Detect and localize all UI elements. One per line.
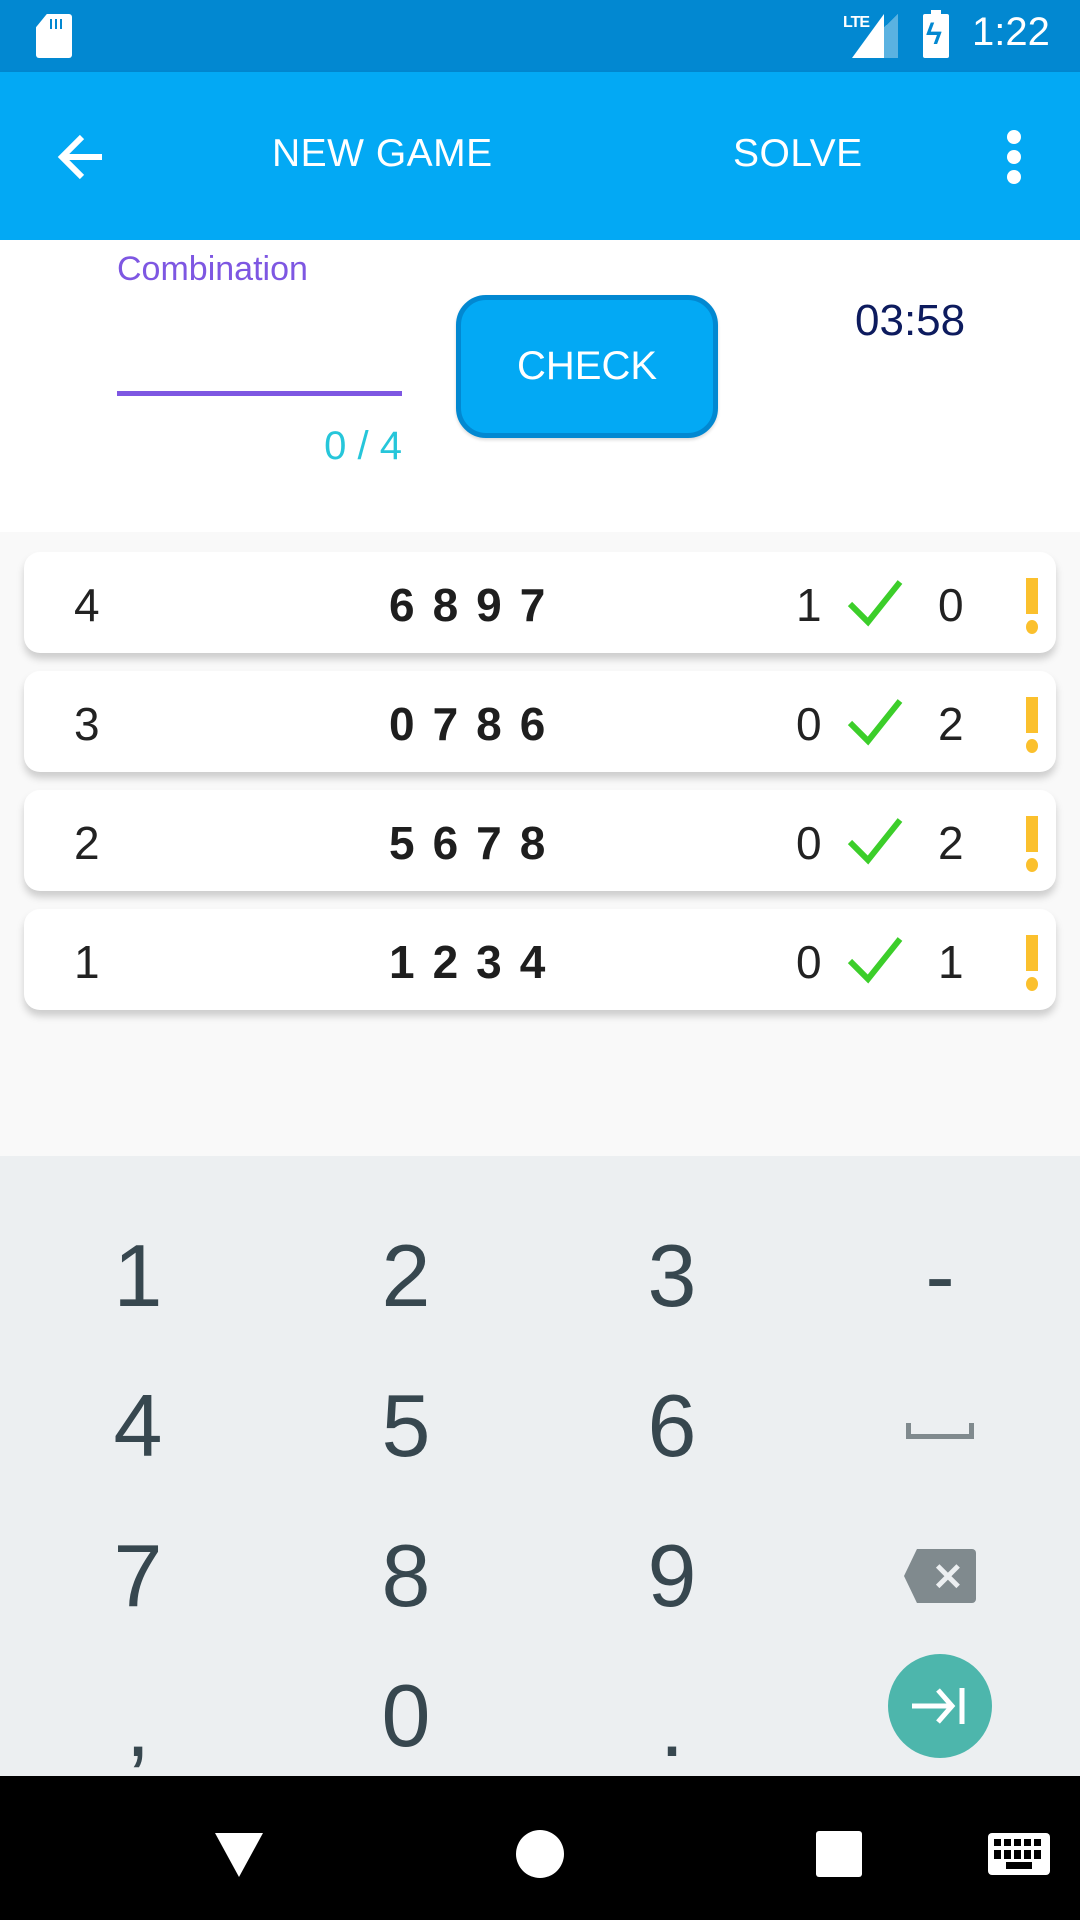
combination-label: Combination: [117, 250, 308, 288]
guess-digits: 5678: [389, 817, 564, 869]
key-6[interactable]: 6: [572, 1356, 772, 1496]
timer: 03:58: [855, 296, 966, 345]
key-backspace[interactable]: [840, 1506, 1040, 1646]
back-button[interactable]: [50, 122, 120, 192]
key-next[interactable]: [840, 1636, 1040, 1776]
key-9[interactable]: 9: [572, 1506, 772, 1646]
key-comma[interactable]: ,: [38, 1656, 238, 1796]
more-vert-icon: [1007, 130, 1021, 144]
space-icon: [906, 1423, 974, 1439]
key-4[interactable]: 4: [38, 1356, 238, 1496]
key-3[interactable]: 3: [572, 1206, 772, 1346]
bulls-count: 1: [796, 579, 822, 631]
arrow-to-end-icon: [912, 1688, 965, 1724]
key-0[interactable]: 0: [306, 1646, 506, 1786]
status-clock: 1:22: [972, 10, 1050, 54]
guess-digits: 1234: [389, 936, 564, 988]
cows-count: 2: [938, 817, 964, 869]
key-space[interactable]: [840, 1356, 1040, 1496]
check-icon: [847, 580, 903, 627]
exclamation-icon: [1024, 816, 1040, 872]
key-8[interactable]: 8: [306, 1506, 506, 1646]
key-7[interactable]: 7: [38, 1506, 238, 1646]
key-period[interactable]: .: [572, 1656, 772, 1796]
sd-card-icon: [36, 14, 72, 58]
cows-count: 2: [938, 698, 964, 750]
cows-count: 1: [938, 936, 964, 988]
status-bar: LTE 1:22: [0, 0, 1080, 72]
exclamation-icon: [1024, 697, 1040, 753]
app-bar: NEW GAME SOLVE: [0, 72, 1080, 240]
bulls-count: 0: [796, 698, 822, 750]
character-counter: 0 / 4: [324, 424, 402, 468]
check-button[interactable]: CHECK: [456, 295, 718, 438]
backspace-icon: [904, 1549, 976, 1603]
more-options-button[interactable]: [996, 130, 1032, 184]
bulls-count: 0: [796, 817, 822, 869]
bulls-count: 0: [796, 936, 822, 988]
exclamation-icon: [1024, 935, 1040, 991]
cows-count: 0: [938, 579, 964, 631]
back-triangle-icon[interactable]: [215, 1833, 263, 1877]
more-vert-dot: [1007, 150, 1021, 164]
guess-index: 4: [74, 579, 100, 631]
exclamation-icon: [1024, 578, 1040, 634]
key-1[interactable]: 1: [38, 1206, 238, 1346]
guess-index: 3: [74, 698, 100, 750]
recents-square-icon[interactable]: [816, 1831, 862, 1877]
keyboard-icon[interactable]: [988, 1833, 1050, 1875]
guess-row: 2 5678 0 2: [24, 790, 1056, 891]
guess-digits: 6897: [389, 579, 564, 631]
solve-button[interactable]: SOLVE: [733, 132, 863, 176]
arrow-left-icon: [57, 134, 102, 180]
guess-row: 1 1234 0 1: [24, 909, 1056, 1010]
guess-row: 4 6897 1 0: [24, 552, 1056, 653]
combination-form: Combination 0 / 4 CHECK 03:58: [0, 240, 1080, 532]
new-game-button[interactable]: NEW GAME: [272, 132, 493, 176]
numeric-keyboard: 1 2 3 - 4 5 6 7 8 9 , 0 .: [0, 1156, 1080, 1776]
check-icon: [847, 937, 903, 984]
key-5[interactable]: 5: [306, 1356, 506, 1496]
guess-index: 1: [74, 936, 100, 988]
next-field-icon: [888, 1654, 992, 1758]
combination-underline: [117, 391, 402, 396]
key-2[interactable]: 2: [306, 1206, 506, 1346]
guess-row: 3 0786 0 2: [24, 671, 1056, 772]
home-circle-icon[interactable]: [516, 1830, 564, 1878]
guess-index: 2: [74, 817, 100, 869]
battery-charging-icon: [923, 10, 949, 58]
check-icon: [847, 699, 903, 746]
system-nav-bar: [0, 1776, 1080, 1920]
guess-digits: 0786: [389, 698, 564, 750]
key-minus[interactable]: -: [840, 1206, 1040, 1346]
more-vert-dot: [1007, 170, 1021, 184]
signal-icon: [852, 14, 898, 58]
combination-input[interactable]: [117, 300, 402, 356]
check-icon: [847, 818, 903, 865]
guess-list: 4 6897 1 0 3 0786 0 2 2 5678 0 2 1 1234 …: [0, 532, 1080, 1156]
